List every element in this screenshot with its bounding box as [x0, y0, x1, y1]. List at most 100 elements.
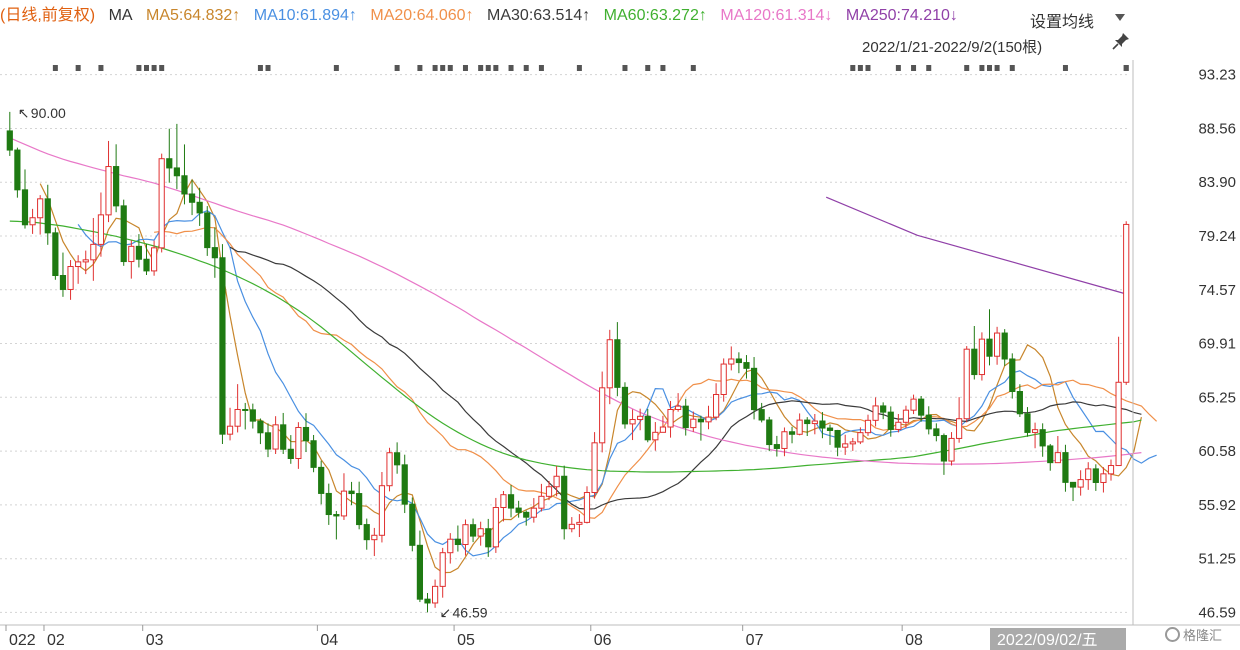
candle-body	[591, 442, 598, 494]
event-marker	[622, 65, 628, 71]
candle-body	[644, 415, 651, 441]
candle	[82, 250, 89, 275]
candle-body	[29, 217, 36, 226]
event-marker	[538, 65, 544, 71]
candlestick-chart[interactable]: ↖ 90.00↙ 46.59 93.2388.5683.9079.2474.5769…	[0, 0, 1240, 650]
candle-body	[583, 492, 591, 523]
candle-body	[431, 585, 439, 604]
candle-body	[234, 408, 241, 427]
candle	[378, 471, 386, 543]
event-marker	[1062, 65, 1068, 71]
event-marker	[857, 65, 863, 71]
x-tick-label: 07	[746, 632, 764, 649]
y-tick-label: 51.25	[1198, 551, 1236, 568]
candle-body	[295, 426, 302, 459]
candle	[1107, 459, 1115, 481]
candle-body	[340, 490, 348, 517]
candle-body	[401, 464, 408, 505]
candle	[925, 406, 932, 435]
candle-body	[120, 205, 127, 263]
candle-body	[257, 420, 264, 434]
chevron-down-icon[interactable]	[1115, 14, 1125, 21]
candle	[181, 144, 188, 205]
candle	[6, 111, 13, 156]
candle	[348, 481, 355, 506]
candle-body	[135, 245, 143, 260]
candle-body	[652, 431, 659, 441]
event-marker	[333, 65, 339, 71]
candle	[978, 332, 986, 381]
candle	[1085, 462, 1092, 490]
candle	[842, 434, 849, 455]
candle	[439, 547, 446, 598]
event-marker	[440, 65, 446, 71]
candle-body	[181, 175, 188, 195]
candle-body	[880, 405, 887, 413]
candle-body	[287, 448, 294, 459]
candle-body	[1054, 452, 1061, 464]
candle-body	[90, 243, 97, 261]
candle-body	[682, 405, 689, 429]
candle	[204, 206, 211, 256]
candle	[120, 199, 127, 266]
candle-body	[485, 528, 492, 548]
price-annotations: ↖ 90.00 ↙ 46.59	[18, 105, 488, 621]
candle-body	[1077, 479, 1084, 488]
x-tick-label: 022	[9, 632, 36, 649]
candle-body	[963, 348, 970, 420]
candle	[166, 128, 173, 183]
candle-body	[530, 507, 537, 518]
candle-body	[978, 338, 986, 376]
candle-body	[325, 492, 332, 516]
candle	[993, 326, 1001, 365]
candle-body	[712, 394, 720, 418]
candle-body	[97, 214, 105, 245]
candle-body	[1039, 429, 1046, 447]
candle-body	[1085, 468, 1092, 481]
candle-body	[1100, 473, 1107, 483]
candle-body	[948, 437, 955, 462]
candle-body	[1009, 358, 1016, 393]
candle	[728, 346, 735, 371]
candle-body	[796, 419, 803, 435]
candle-body	[811, 420, 818, 425]
event-marker	[493, 65, 499, 71]
candle	[796, 413, 803, 436]
candle-body	[1107, 465, 1115, 475]
candle	[614, 322, 621, 397]
candle-body	[659, 426, 667, 433]
candle-body	[1024, 413, 1031, 433]
ma-line-ma30	[229, 246, 1142, 510]
y-tick-label: 74.57	[1198, 282, 1236, 299]
candle	[561, 465, 568, 540]
candle	[14, 147, 21, 198]
candle-body	[720, 363, 727, 396]
candle-body	[1047, 445, 1054, 464]
candle-body	[515, 507, 522, 513]
event-marker	[52, 65, 58, 71]
candle-body	[925, 414, 932, 430]
candle-body	[14, 149, 21, 191]
watermark-logo-icon	[1165, 627, 1180, 642]
candle	[986, 309, 993, 366]
candle	[1077, 470, 1084, 496]
candle-body	[1001, 332, 1008, 360]
candle	[188, 179, 196, 216]
candle	[667, 400, 674, 438]
candle-body	[6, 130, 13, 151]
candle	[52, 227, 59, 280]
candle-body	[864, 419, 872, 434]
pin-icon[interactable]	[1112, 32, 1130, 50]
set-ma-button[interactable]: 设置均线	[1030, 8, 1094, 32]
candle	[257, 418, 264, 445]
candle	[788, 426, 796, 444]
candle	[295, 422, 302, 469]
y-tick-label: 55.92	[1198, 497, 1236, 514]
x-tick-label: 06	[594, 632, 612, 649]
candle	[933, 423, 940, 442]
candle	[447, 533, 454, 564]
legend-ma20: MA20:64.060↑	[370, 7, 474, 24]
candle	[720, 358, 727, 402]
candle-body	[280, 424, 287, 450]
event-marker	[485, 65, 491, 71]
